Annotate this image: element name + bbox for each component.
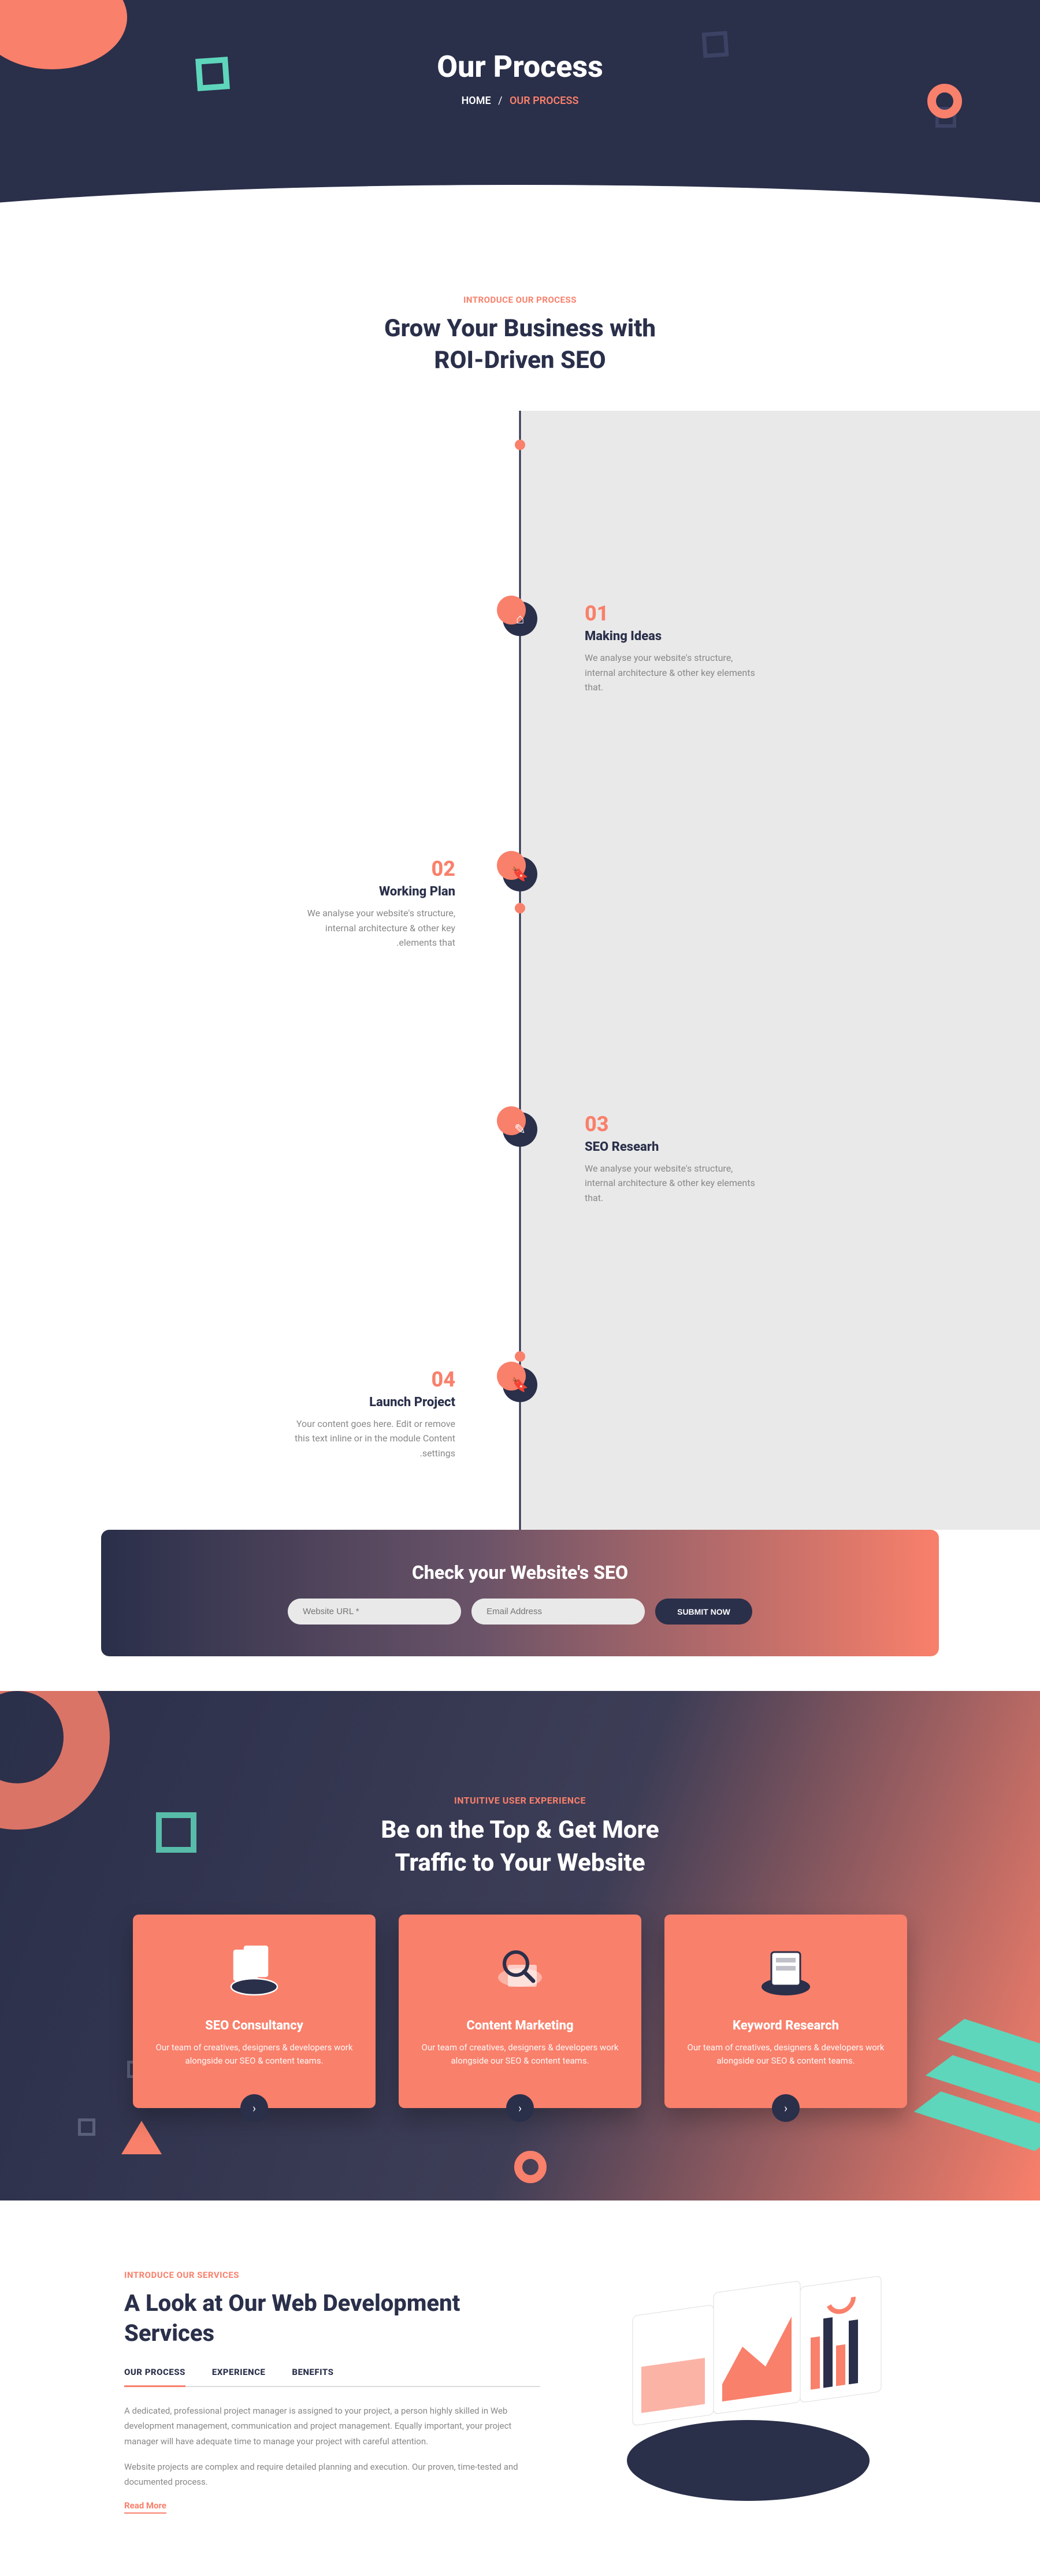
device-icon xyxy=(754,1939,818,2002)
card-seo-consultancy: SEO Consultancy Our team of creatives, d… xyxy=(133,1915,376,2109)
decor-ring xyxy=(514,2151,547,2183)
url-input[interactable] xyxy=(288,1599,461,1625)
services-heading: A Look at Our Web Development Services xyxy=(124,2288,540,2348)
step-title: Working Plan xyxy=(283,884,455,899)
card-arrow-button[interactable]: › xyxy=(240,2094,268,2122)
tab-experience[interactable]: EXPERIENCE xyxy=(212,2367,265,2386)
step-desc: We analyse your website's structure, int… xyxy=(283,906,455,950)
breadcrumb-current: OUR PROCESS xyxy=(510,95,578,107)
seo-check-cta: Check your Website's SEO SUBMIT NOW xyxy=(101,1530,939,1656)
cta-form: SUBMIT NOW xyxy=(124,1599,916,1625)
traffic-section: Intuitive User Experience Be on the Top … xyxy=(0,1691,1040,2200)
decor-triangle xyxy=(121,2121,162,2154)
step-desc: We analyse your website's structure, int… xyxy=(585,1161,757,1206)
page-title: Our Process xyxy=(0,49,1040,84)
magnify-icon xyxy=(488,1939,552,2002)
card-keyword-research: Keyword Research Our team of creatives, … xyxy=(664,1915,907,2109)
card-arrow-button[interactable]: › xyxy=(506,2094,534,2122)
step-title: Launch Project xyxy=(283,1395,455,1410)
card-title: Content Marketing xyxy=(418,2019,622,2033)
timeline-step-1: ⌂ 01 Making Ideas We analyse your websit… xyxy=(260,601,780,695)
services-section: INTRODUCE OUR SERVICES A Look at Our Web… xyxy=(101,2200,939,2570)
intro-eyebrow: INTRODUCE OUR PROCESS xyxy=(0,295,1040,305)
step-desc: We analyse your website's structure, int… xyxy=(585,650,757,695)
intro-section: INTRODUCE OUR PROCESS Grow Your Business… xyxy=(0,220,1040,411)
breadcrumb: HOME / OUR PROCESS xyxy=(0,95,1040,107)
analytics-icon xyxy=(222,1939,286,2002)
timeline-step-2: 🔖 02 Working Plan We analyse your websit… xyxy=(260,857,780,950)
card-desc: Our team of creatives, designers & devel… xyxy=(684,2041,887,2068)
decor-square xyxy=(156,1812,196,1853)
card-desc: Our team of creatives, designers & devel… xyxy=(418,2041,622,2068)
timeline-step-4: 🔖 04 Launch Project Your content goes he… xyxy=(260,1367,780,1461)
timeline-dot xyxy=(515,903,525,913)
traffic-eyebrow: Intuitive User Experience xyxy=(0,1795,1040,1806)
step-number: 03 xyxy=(585,1112,757,1136)
tab-our-process[interactable]: OUR PROCESS xyxy=(124,2367,185,2387)
service-cards: SEO Consultancy Our team of creatives, d… xyxy=(130,1915,910,2109)
step-title: Making Ideas xyxy=(585,629,757,644)
step-desc: Your content goes here. Edit or remove t… xyxy=(283,1417,455,1461)
decor-square xyxy=(78,2118,95,2136)
intro-heading: Grow Your Business with ROI-Driven SEO xyxy=(0,313,1040,376)
step-number: 02 xyxy=(283,857,455,881)
services-eyebrow: INTRODUCE OUR SERVICES xyxy=(124,2270,540,2280)
submit-button[interactable]: SUBMIT NOW xyxy=(655,1599,752,1625)
card-desc: Our team of creatives, designers & devel… xyxy=(153,2041,356,2068)
card-arrow-button[interactable]: › xyxy=(772,2094,800,2122)
step-title: SEO Researh xyxy=(585,1140,757,1154)
cta-heading: Check your Website's SEO xyxy=(124,1562,916,1583)
card-title: SEO Consultancy xyxy=(153,2019,356,2033)
step-number: 01 xyxy=(585,601,757,626)
bookmark-icon: 🔖 xyxy=(503,1367,537,1402)
card-title: Keyword Research xyxy=(684,2019,887,2033)
breadcrumb-sep: / xyxy=(498,95,502,107)
timeline-start-dot xyxy=(515,440,525,450)
timeline-step-3: ✎ 03 SEO Researh We analyse your website… xyxy=(260,1112,780,1206)
decor-zigzag xyxy=(923,2016,1040,2154)
services-para-1: A dedicated, professional project manage… xyxy=(124,2403,540,2449)
home-icon: ⌂ xyxy=(503,601,537,636)
read-more-link[interactable]: Read More xyxy=(124,2500,166,2514)
timeline-dot xyxy=(515,1351,525,1362)
bookmark-icon: 🔖 xyxy=(503,857,537,891)
step-number: 04 xyxy=(283,1367,455,1392)
tab-benefits[interactable]: BENEFITS xyxy=(292,2367,333,2386)
breadcrumb-home[interactable]: HOME xyxy=(462,95,491,107)
card-content-marketing: Content Marketing Our team of creatives,… xyxy=(399,1915,641,2109)
email-input[interactable] xyxy=(471,1599,645,1625)
services-tabs: OUR PROCESS EXPERIENCE BENEFITS xyxy=(124,2367,540,2387)
services-illustration xyxy=(581,2270,916,2512)
decor-arc xyxy=(0,1691,110,1830)
services-para-2: Website projects are complex and require… xyxy=(124,2459,540,2490)
process-timeline: ⌂ 01 Making Ideas We analyse your websit… xyxy=(260,411,780,1530)
brush-icon: ✎ xyxy=(503,1112,537,1147)
hero: Our Process HOME / OUR PROCESS xyxy=(0,0,1040,220)
